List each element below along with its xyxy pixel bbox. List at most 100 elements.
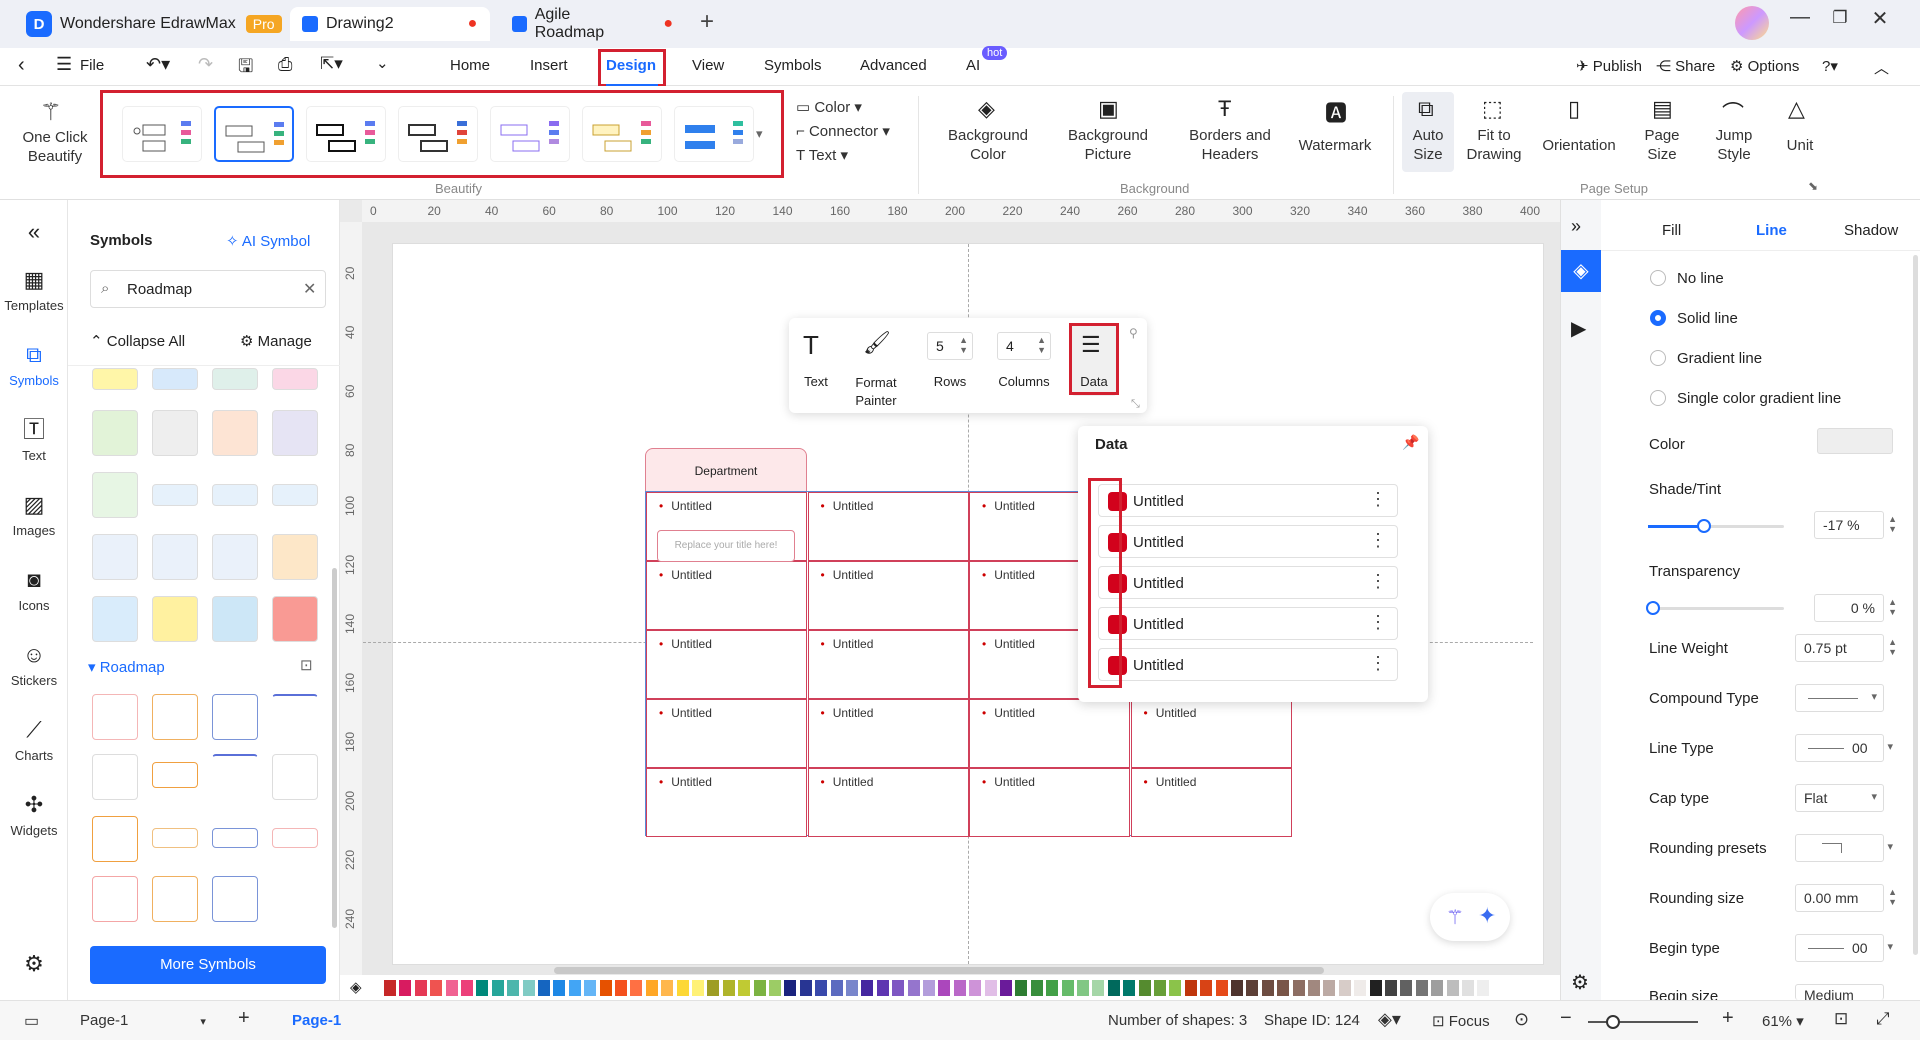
expand-panel-icon[interactable]: » xyxy=(1571,216,1581,237)
stepper-arrows-icon[interactable]: ▲ ▼ xyxy=(1888,637,1897,657)
tab-fill[interactable]: Fill xyxy=(1662,222,1681,239)
print-icon[interactable]: ⎙ xyxy=(278,54,292,75)
properties-scrollbar[interactable] xyxy=(1913,255,1918,955)
zoom-in-icon[interactable]: + xyxy=(1722,1007,1734,1030)
help-icon[interactable]: ?▾ xyxy=(1822,57,1838,75)
color-swatch[interactable] xyxy=(738,980,751,996)
color-swatch[interactable] xyxy=(722,980,735,996)
color-swatch[interactable] xyxy=(538,980,550,996)
tab-drawing2[interactable]: Drawing2 ● xyxy=(290,7,490,41)
color-swatch[interactable] xyxy=(645,980,658,996)
gradient-line-radio[interactable] xyxy=(1650,350,1666,366)
transparency-slider-track[interactable] xyxy=(1646,601,1784,615)
line-weight-input[interactable]: 0.75 pt ▲ ▼ xyxy=(1795,634,1897,662)
collapse-panel-icon[interactable]: « xyxy=(0,220,68,250)
page-panel-icon[interactable]: ▭ xyxy=(24,1011,39,1031)
color-swatch[interactable] xyxy=(692,980,704,996)
fit-page-icon[interactable]: ⊡ xyxy=(1834,1009,1848,1029)
symbol-item[interactable] xyxy=(92,596,138,642)
save-icon[interactable]: 🖫 xyxy=(238,54,253,84)
symbol-item[interactable] xyxy=(152,368,198,390)
zoom-level[interactable]: 61% ▾ xyxy=(1762,1012,1804,1030)
menu-symbols[interactable]: Symbols xyxy=(764,57,822,74)
collapse-all-button[interactable]: ⌃ Collapse All xyxy=(90,332,185,350)
symbol-item[interactable] xyxy=(272,534,318,580)
symbol-item[interactable] xyxy=(152,484,198,506)
redo-icon[interactable]: ↷ xyxy=(198,54,213,75)
color-dropdown[interactable]: ▭ Color ▾ xyxy=(796,98,862,117)
stepper-arrows-icon[interactable]: ▲ ▼ xyxy=(1037,335,1046,355)
color-swatch[interactable] xyxy=(1308,980,1320,996)
line-color-picker[interactable] xyxy=(1817,428,1893,454)
color-swatch[interactable] xyxy=(1077,980,1089,996)
page-size-button[interactable]: Page Size xyxy=(1634,126,1690,164)
color-swatch[interactable] xyxy=(1354,980,1367,996)
symbol-item[interactable] xyxy=(92,472,138,518)
compound-type-dropdown[interactable]: ▾ xyxy=(1795,684,1884,712)
roadmap-symbol[interactable] xyxy=(92,816,138,862)
color-swatch[interactable] xyxy=(846,980,858,996)
solid-line-label[interactable]: Solid line xyxy=(1677,310,1738,327)
color-swatch[interactable] xyxy=(953,980,966,996)
menu-home[interactable]: Home xyxy=(450,57,490,74)
symbols-scrollbar[interactable] xyxy=(332,568,337,928)
department-header[interactable]: Department xyxy=(645,448,807,492)
layers-icon[interactable]: ◈▾ xyxy=(1378,1009,1401,1030)
roadmap-symbol[interactable] xyxy=(212,876,258,922)
color-swatch[interactable] xyxy=(1277,980,1290,996)
format-painter-button[interactable]: Format Painter xyxy=(845,374,907,410)
close-icon[interactable]: ✕ xyxy=(1865,6,1895,31)
menu-insert[interactable]: Insert xyxy=(530,57,568,74)
color-swatch[interactable] xyxy=(553,980,566,996)
begin-type-dropdown[interactable]: 00 ▾ xyxy=(1795,934,1893,962)
roadmap-symbol[interactable] xyxy=(272,754,318,800)
menu-view[interactable]: View xyxy=(692,57,724,74)
color-swatch[interactable] xyxy=(1030,980,1043,996)
color-swatch[interactable] xyxy=(384,980,396,996)
roadmap-symbol[interactable] xyxy=(212,754,258,800)
table-cell[interactable]: Untitled xyxy=(646,561,807,630)
table-cell[interactable]: Untitled xyxy=(969,699,1130,768)
symbol-item[interactable] xyxy=(212,596,258,642)
cap-type-dropdown[interactable]: Flat ▾ xyxy=(1795,784,1884,812)
sidebar-item-text[interactable]: 🅃 Text xyxy=(0,418,68,464)
color-swatch[interactable] xyxy=(861,980,874,996)
color-swatch[interactable] xyxy=(938,980,951,996)
color-swatch[interactable] xyxy=(676,980,689,996)
single-color-gradient-radio[interactable] xyxy=(1650,390,1666,406)
more-vertical-icon[interactable]: ⋮ xyxy=(1369,571,1387,592)
fill-bucket-icon[interactable]: ◈ xyxy=(1561,250,1601,292)
symbol-item[interactable] xyxy=(92,410,138,456)
color-swatch[interactable] xyxy=(815,980,828,996)
roadmap-symbol[interactable] xyxy=(152,876,198,922)
watermark-button[interactable]: Watermark xyxy=(1290,136,1380,155)
file-menu[interactable]: File xyxy=(80,57,104,74)
settings-icon[interactable]: ⚙ xyxy=(1571,970,1589,995)
color-swatch[interactable] xyxy=(1200,980,1213,996)
color-swatch[interactable] xyxy=(1246,980,1259,996)
section-export-icon[interactable]: ⊡ xyxy=(300,656,313,674)
sidebar-item-widgets[interactable]: ✣ Widgets xyxy=(0,793,68,839)
symbol-item[interactable] xyxy=(212,484,258,506)
columns-stepper[interactable]: 4 ▲ ▼ xyxy=(997,332,1051,360)
color-swatch[interactable] xyxy=(507,980,520,996)
auto-size-button[interactable]: Auto Size xyxy=(1398,126,1458,164)
menu-ai[interactable]: AI xyxy=(966,57,980,74)
sidebar-item-symbols[interactable]: ⧉ Symbols xyxy=(0,343,68,389)
connector-dropdown[interactable]: ⌐ Connector ▾ xyxy=(796,122,890,141)
unit-button[interactable]: Unit xyxy=(1778,136,1822,155)
collapse-ribbon-icon[interactable]: ︿ xyxy=(1874,57,1889,78)
sidebar-item-charts[interactable]: ⟋ Charts xyxy=(0,718,68,764)
color-swatch[interactable] xyxy=(830,980,843,996)
color-swatch[interactable] xyxy=(430,980,443,996)
symbol-item[interactable] xyxy=(212,410,258,456)
roadmap-symbol[interactable] xyxy=(272,828,318,848)
roadmap-section-header[interactable]: ▾ Roadmap xyxy=(88,658,165,676)
fill-bucket-icon[interactable]: ◈ xyxy=(350,978,362,996)
fullscreen-icon[interactable]: ⤢ xyxy=(1876,1009,1890,1029)
color-swatch[interactable] xyxy=(1092,980,1105,996)
sidebar-item-images[interactable]: ▨ Images xyxy=(0,493,68,539)
title-placeholder-box[interactable]: Replace your title here! xyxy=(657,530,795,562)
stepper-arrows-icon[interactable]: ▲ ▼ xyxy=(959,335,968,355)
transparency-value-input[interactable]: 0 % ▲ ▼ xyxy=(1814,594,1897,622)
